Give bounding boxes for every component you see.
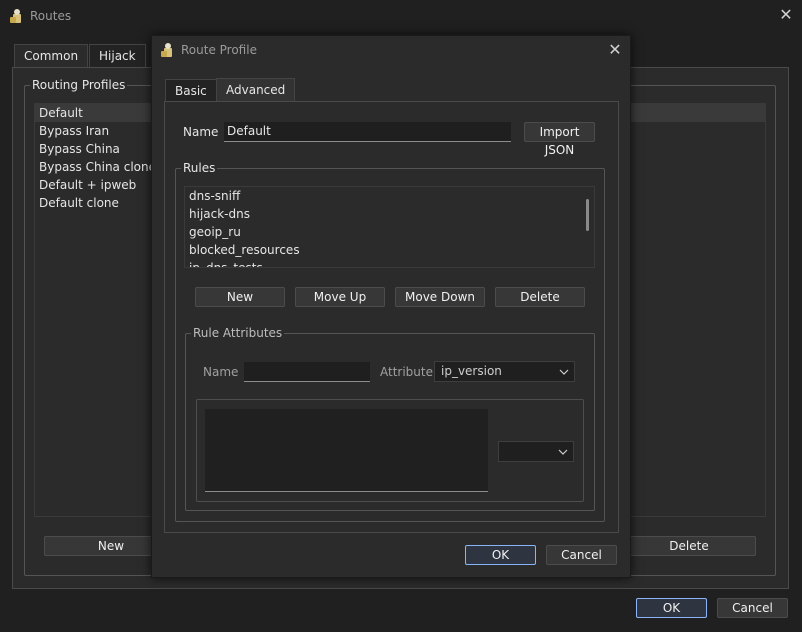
import-json-button[interactable]: Import JSON xyxy=(524,122,595,157)
chevron-down-icon xyxy=(559,369,569,375)
dialog-tab-advanced[interactable]: Advanced xyxy=(216,78,296,103)
rule-item-dns-sniff[interactable]: dns-sniff xyxy=(185,187,594,205)
rule-item-ip-dns-tests[interactable]: ip_dns_tests xyxy=(185,259,594,267)
main-ok-button[interactable]: OK xyxy=(636,598,707,618)
attribute-select-value: ip_version xyxy=(441,364,502,378)
dialog-cancel-button[interactable]: Cancel xyxy=(546,545,617,565)
attribute-name-label: Name xyxy=(203,365,239,379)
attribute-name-input[interactable] xyxy=(244,362,370,382)
attribute-label: Attribute xyxy=(380,365,433,379)
attribute-value-textarea[interactable] xyxy=(205,409,488,492)
rule-new-button[interactable]: New xyxy=(195,287,285,307)
dialog-app-icon xyxy=(161,43,172,57)
attribute-secondary-select[interactable] xyxy=(498,441,574,462)
app-icon xyxy=(10,9,21,23)
rule-item-hijack-dns[interactable]: hijack-dns xyxy=(185,205,594,223)
rule-item-geoip-ru[interactable]: geoip_ru xyxy=(185,223,594,241)
window-close-icon[interactable]: ✕ xyxy=(776,7,796,23)
dialog-ok-button[interactable]: OK xyxy=(465,545,536,565)
main-cancel-button[interactable]: Cancel xyxy=(717,598,788,618)
rule-item-blocked-resources[interactable]: blocked_resources xyxy=(185,241,594,259)
window-title: Routes xyxy=(30,9,72,23)
rule-delete-button[interactable]: Delete xyxy=(495,287,585,307)
rules-scrollbar[interactable] xyxy=(586,199,589,231)
rule-move-up-button[interactable]: Move Up xyxy=(295,287,385,307)
rule-attributes-title: Rule Attributes xyxy=(191,326,285,340)
dialog-close-icon[interactable]: ✕ xyxy=(605,42,625,58)
dialog-tab-basic[interactable]: Basic xyxy=(165,79,217,103)
profile-name-label: Name xyxy=(183,125,219,139)
rules-group-title: Rules xyxy=(181,161,218,175)
window-titlebar xyxy=(0,0,802,32)
tab-hijack[interactable]: Hijack xyxy=(89,44,146,68)
profile-name-input[interactable]: Default xyxy=(224,122,511,142)
rule-move-down-button[interactable]: Move Down xyxy=(395,287,485,307)
dialog-title: Route Profile xyxy=(181,43,257,57)
profiles-delete-button[interactable]: Delete xyxy=(622,536,756,556)
attribute-select[interactable]: ip_version xyxy=(434,361,575,382)
chevron-down-icon xyxy=(558,449,568,455)
rules-list[interactable]: dns-sniff hijack-dns geoip_ru blocked_re… xyxy=(184,186,595,268)
tab-common[interactable]: Common xyxy=(14,44,89,68)
routing-profiles-title: Routing Profiles xyxy=(30,78,128,92)
